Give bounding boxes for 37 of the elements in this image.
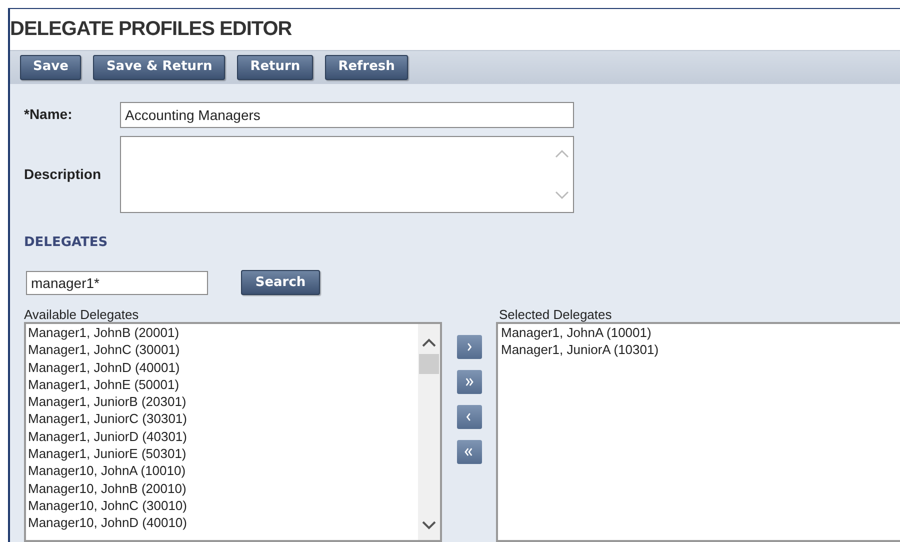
list-item[interactable]: Manager10, JohnD (40010): [28, 514, 187, 532]
toolbar-button[interactable]: Save: [20, 54, 82, 80]
transfer-button[interactable]: [456, 440, 482, 464]
list-item[interactable]: Manager1, JuniorB (20301): [28, 393, 186, 410]
list-item[interactable]: Manager1, JuniorA (10301): [501, 341, 659, 359]
list-item[interactable]: Manager1, JuniorD (40301): [28, 428, 187, 446]
list-item[interactable]: Manager1, JohnB (20001): [28, 324, 180, 342]
toolbar-button[interactable]: Return: [237, 54, 314, 80]
list-item[interactable]: Manager1, JohnC (30001): [28, 341, 180, 359]
transfer-button[interactable]: [456, 335, 482, 359]
field-label: Description: [24, 164, 102, 184]
available-list[interactable]: [24, 322, 442, 542]
scrollbar[interactable]: [418, 324, 440, 540]
toolbar-button[interactable]: Refresh: [325, 54, 408, 80]
section-title: DELEGATES: [24, 234, 108, 252]
list-item[interactable]: Manager1, JohnD (40001): [28, 358, 180, 376]
transfer-button[interactable]: [456, 370, 482, 394]
list-label: Selected Delegates: [499, 307, 612, 322]
list-item[interactable]: Manager10, JohnA (10010): [28, 462, 186, 480]
scroll-up-icon[interactable]: [421, 338, 437, 348]
search-field[interactable]: manager1*: [26, 270, 208, 294]
list-label: Available Delegates: [24, 307, 139, 322]
selected-list[interactable]: Manager1, JohnA (10001) Manager1, JuniorA (10301): [496, 322, 900, 542]
scroll-down-icon[interactable]: [421, 520, 437, 530]
list-item[interactable]: Manager1, JohnA (10001): [501, 324, 652, 342]
scroll-thumb[interactable]: [419, 354, 439, 374]
list-item[interactable]: Manager1, JuniorE (50301): [28, 445, 186, 462]
list-item[interactable]: Manager10, JohnB (20010): [28, 480, 186, 497]
list-item[interactable]: Manager10, JohnC (30010): [28, 496, 187, 514]
transfer-button[interactable]: [456, 405, 482, 429]
page-title: DELEGATE PROFILES EDITOR: [10, 17, 292, 42]
toolbar-button[interactable]: Save & Return: [93, 54, 226, 80]
list-item[interactable]: Manager1, JohnE (50001): [28, 376, 180, 394]
list-item[interactable]: Manager1, JuniorC (30301): [28, 410, 187, 428]
field-label: *Name:: [24, 105, 74, 124]
search-button[interactable]: Search: [241, 270, 320, 295]
name-field[interactable]: Accounting Managers: [120, 102, 574, 128]
